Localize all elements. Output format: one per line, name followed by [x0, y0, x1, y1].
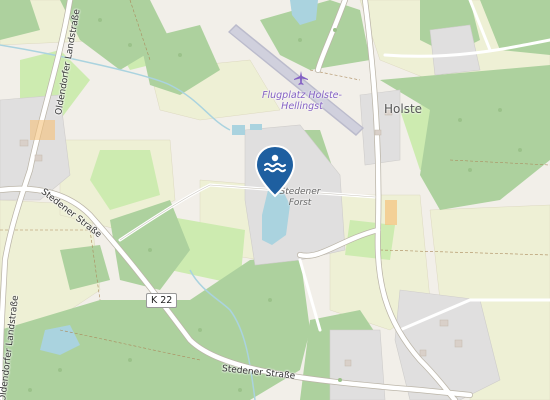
map-canvas[interactable]: Holste Flugplatz Holste-Hellingst Steden…	[0, 0, 550, 400]
road-ref-shield: K 22	[146, 293, 178, 308]
airplane-icon	[294, 71, 308, 85]
location-marker[interactable]	[254, 144, 296, 198]
map-base-layer	[0, 0, 550, 400]
